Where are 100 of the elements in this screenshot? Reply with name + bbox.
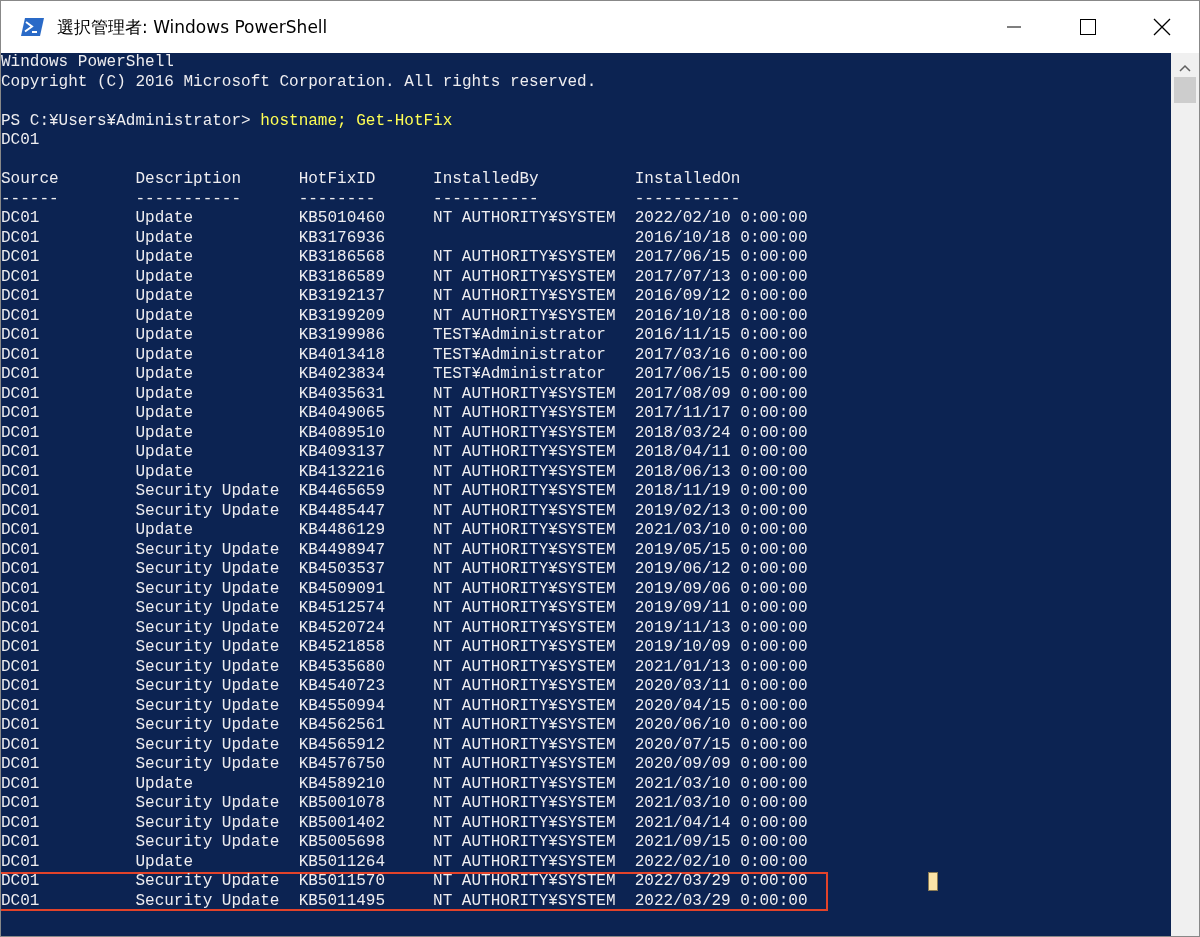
column-header: InstalledOn (634, 170, 741, 190)
table-cell-text: NT AUTHORITY¥SYSTEM (433, 618, 617, 638)
table-cell-text: KB4512574 (298, 599, 387, 619)
table-cell-text: 2019/10/09 0:00:00 (634, 638, 809, 658)
window-title: 選択管理者: Windows PowerShell (57, 15, 329, 39)
table-cell-text: Update (135, 774, 195, 794)
table-cell-text: DC01 (1, 423, 41, 443)
table-cell-text: TEST¥Administrator (433, 345, 607, 365)
table-cell-text: NT AUTHORITY¥SYSTEM (433, 482, 617, 502)
text-cursor (928, 872, 938, 891)
table-cell-text: NT AUTHORITY¥SYSTEM (433, 384, 617, 404)
table-cell-text: 2021/09/15 0:00:00 (634, 833, 809, 853)
table-cell-text: DC01 (1, 228, 41, 248)
table-cell-text: 2016/10/18 0:00:00 (634, 306, 809, 326)
table-cell-text: KB4035631 (298, 384, 387, 404)
scroll-up-icon[interactable] (1179, 63, 1191, 73)
table-cell-text: NT AUTHORITY¥SYSTEM (433, 521, 617, 541)
table-cell-text: 2022/03/29 0:00:00 (634, 872, 809, 892)
table-cell-text: 2020/09/09 0:00:00 (634, 755, 809, 775)
table-cell-text: KB5001402 (298, 813, 387, 833)
table-cell-text: TEST¥Administrator (433, 326, 607, 346)
table-cell-text: Update (135, 248, 195, 268)
table-cell-text: KB3186568 (298, 248, 387, 268)
table-cell-text: DC01 (1, 618, 41, 638)
table-cell-text: 2020/03/11 0:00:00 (634, 677, 809, 697)
table-cell-text: 2021/03/10 0:00:00 (634, 774, 809, 794)
table-cell-text: NT AUTHORITY¥SYSTEM (433, 891, 617, 911)
header-rule-text: ----------- (135, 189, 243, 209)
table-cell-text: Update (135, 423, 195, 443)
table-cell-text: KB4520724 (298, 618, 387, 638)
table-cell-text: Security Update (135, 501, 281, 521)
table-cell-text: KB3199209 (298, 306, 387, 326)
prompt-line: PS C:¥Users¥Administrator> hostname; Get-HotFix (1, 111, 453, 131)
table-cell-text: 2017/06/15 0:00:00 (634, 365, 809, 385)
table-cell-text: NT AUTHORITY¥SYSTEM (433, 287, 617, 307)
table-cell-text: KB4521858 (298, 638, 387, 658)
table-cell-text: 2019/11/13 0:00:00 (634, 618, 809, 638)
table-cell-text: Update (135, 345, 195, 365)
table-cell-text: DC01 (1, 638, 41, 658)
table-cell-text: 2020/06/10 0:00:00 (634, 716, 809, 736)
table-cell-text: Security Update (135, 813, 281, 833)
table-cell-text: KB4562561 (298, 716, 387, 736)
table-cell-text: 2017/08/09 0:00:00 (634, 384, 809, 404)
table-cell-text: 2016/09/12 0:00:00 (634, 287, 809, 307)
table-cell-text: KB4503537 (298, 560, 387, 580)
table-cell-text: 2016/11/15 0:00:00 (634, 326, 809, 346)
table-cell-text: NT AUTHORITY¥SYSTEM (433, 248, 617, 268)
table-cell-text: NT AUTHORITY¥SYSTEM (433, 657, 617, 677)
table-cell-text: 2022/02/10 0:00:00 (634, 209, 809, 229)
table-cell-text: KB5001078 (298, 794, 387, 814)
table-cell-text: KB4485447 (298, 501, 387, 521)
table-cell-text: DC01 (1, 813, 41, 833)
table-cell-text: Update (135, 462, 195, 482)
maximize-icon (1080, 19, 1096, 35)
table-cell-text: KB4498947 (298, 540, 387, 560)
table-cell-text: 2021/04/14 0:00:00 (634, 813, 809, 833)
scrollbar-thumb[interactable] (1174, 77, 1196, 103)
table-cell-text: NT AUTHORITY¥SYSTEM (433, 852, 617, 872)
table-cell-text: Security Update (135, 794, 281, 814)
table-cell-text: KB4540723 (298, 677, 387, 697)
table-cell-text: NT AUTHORITY¥SYSTEM (433, 462, 617, 482)
console-text: Copyright (C) 2016 Microsoft Corporation. All rights reserved. (1, 72, 597, 92)
table-cell-text: 2017/07/13 0:00:00 (634, 267, 809, 287)
table-cell-text: KB3186589 (298, 267, 387, 287)
table-cell-text: DC01 (1, 872, 41, 892)
table-cell-text: DC01 (1, 774, 41, 794)
table-cell-text: NT AUTHORITY¥SYSTEM (433, 677, 617, 697)
table-cell-text: Security Update (135, 540, 281, 560)
console-text: Windows PowerShell (1, 53, 174, 73)
table-cell-text: Security Update (135, 755, 281, 775)
table-cell-text: Update (135, 384, 195, 404)
table-cell-text: NT AUTHORITY¥SYSTEM (433, 774, 617, 794)
table-cell-text: Security Update (135, 482, 281, 502)
table-cell-text: 2018/04/11 0:00:00 (634, 443, 809, 463)
scrollbar[interactable] (1171, 53, 1199, 936)
table-cell-text: NT AUTHORITY¥SYSTEM (433, 833, 617, 853)
table-cell-text: KB4550994 (298, 696, 387, 716)
table-cell-text: DC01 (1, 599, 41, 619)
table-cell-text: NT AUTHORITY¥SYSTEM (433, 696, 617, 716)
table-cell-text: DC01 (1, 482, 41, 502)
table-cell-text: Update (135, 326, 195, 346)
table-cell-text: 2019/09/11 0:00:00 (634, 599, 809, 619)
table-cell-text: NT AUTHORITY¥SYSTEM (433, 638, 617, 658)
table-cell-text: DC01 (1, 248, 41, 268)
table-cell-text: NT AUTHORITY¥SYSTEM (433, 501, 617, 521)
table-cell-text: Security Update (135, 735, 281, 755)
table-cell-text: 2019/06/12 0:00:00 (634, 560, 809, 580)
table-cell-text: DC01 (1, 521, 41, 541)
table-cell-text: 2017/11/17 0:00:00 (634, 404, 809, 424)
table-cell-text: DC01 (1, 716, 41, 736)
table-cell-text: NT AUTHORITY¥SYSTEM (433, 813, 617, 833)
table-cell-text: DC01 (1, 891, 41, 911)
console-text: DC01 (1, 131, 40, 151)
table-cell-text: KB4509091 (298, 579, 387, 599)
table-cell-text: NT AUTHORITY¥SYSTEM (433, 306, 617, 326)
column-header: Description (135, 170, 243, 190)
table-cell-text: KB5005698 (298, 833, 387, 853)
table-cell-text: 2021/01/13 0:00:00 (634, 657, 809, 677)
column-header: HotFixID (298, 170, 377, 190)
table-cell-text: NT AUTHORITY¥SYSTEM (433, 599, 617, 619)
